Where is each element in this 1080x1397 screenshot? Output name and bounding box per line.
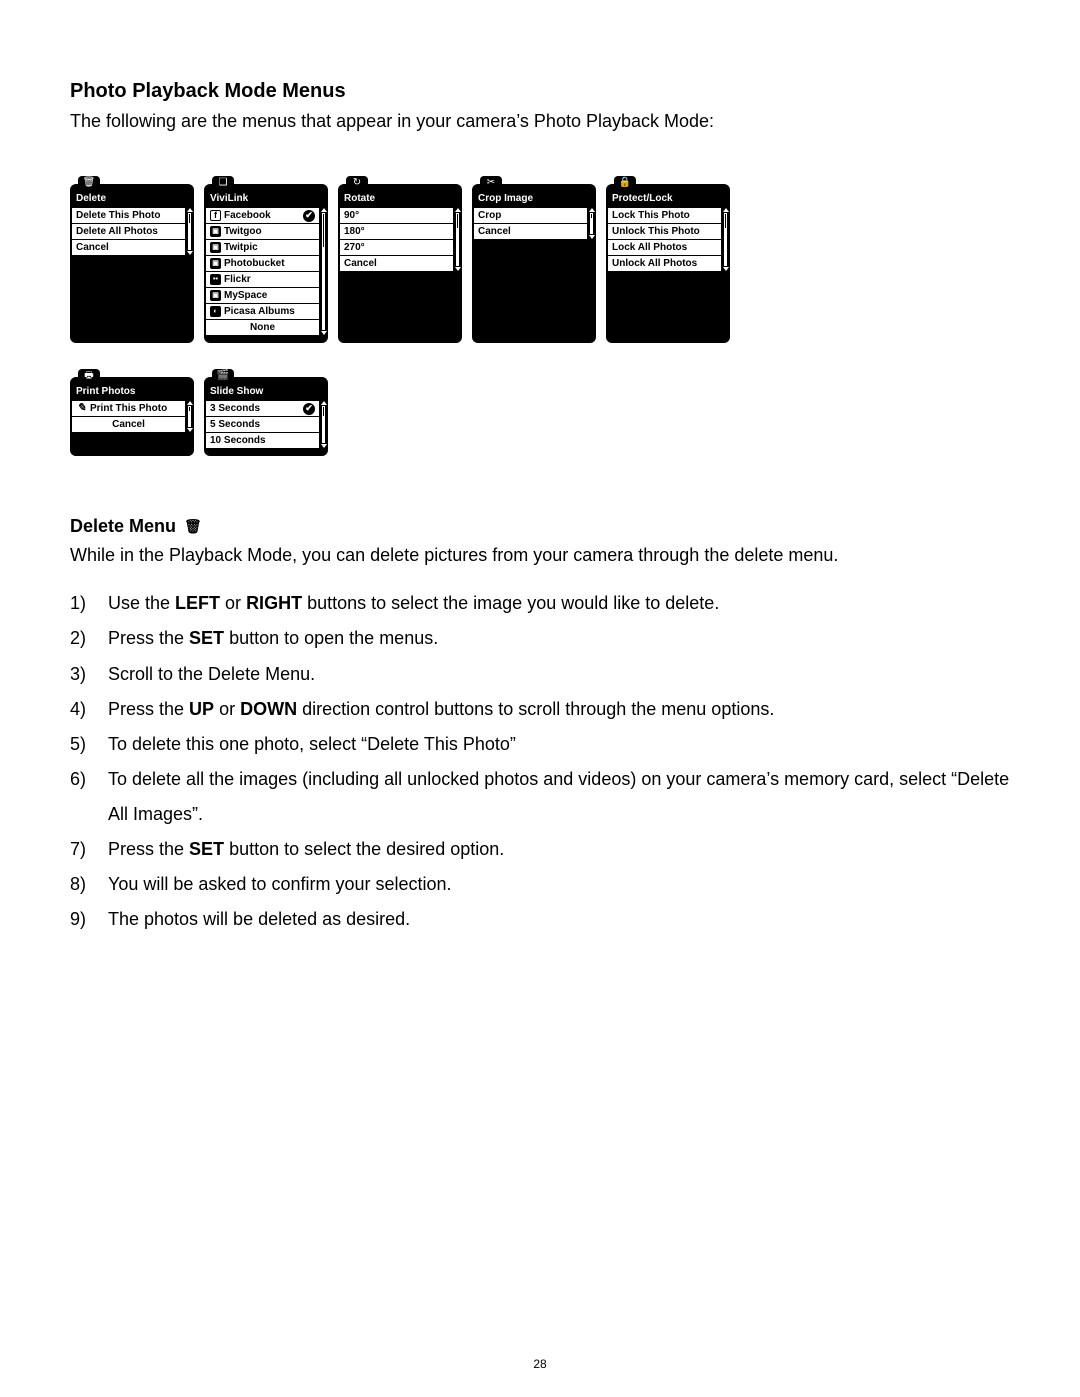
menu-item-print-this[interactable]: ✎ Print This Photo <box>72 401 185 416</box>
menu-item-flickr[interactable]: •• Flickr <box>206 272 319 287</box>
twitgoo-icon: ▣ <box>210 226 221 237</box>
step-text: Scroll to the Delete Menu. <box>108 657 1010 692</box>
step-number: 7) <box>70 832 108 867</box>
trash-icon: 🗑 <box>78 176 100 190</box>
protect-menu-card: 🔒 Protect/Lock Lock This Photo Unlock Th… <box>606 184 730 343</box>
scrollbar[interactable] <box>321 401 326 448</box>
scrollbar[interactable] <box>589 208 594 239</box>
step-number: 5) <box>70 727 108 762</box>
menu-item-unlock-all[interactable]: Unlock All Photos <box>608 256 721 271</box>
crop-icon: ✂ <box>480 176 502 190</box>
menu-item-lock-this[interactable]: Lock This Photo <box>608 208 721 223</box>
step-number: 1) <box>70 586 108 621</box>
lock-icon: 🔒 <box>614 176 636 190</box>
slideshow-icon: 🎬 <box>212 369 234 383</box>
menu-item-photobucket[interactable]: ▣ Photobucket <box>206 256 319 271</box>
menu-item-cancel[interactable]: Cancel <box>72 417 185 432</box>
menu-item-cancel[interactable]: Cancel <box>340 256 453 271</box>
rotate-menu-card: ↻ Rotate 90° 180° 270° Cancel <box>338 184 462 343</box>
flickr-icon: •• <box>210 274 221 285</box>
vivilink-menu-header: ViviLink <box>206 190 326 208</box>
print-menu-card: 🖶 Print Photos ✎ Print This Photo Cancel <box>70 377 194 456</box>
menu-item-twitpic[interactable]: ▣ Twitpic <box>206 240 319 255</box>
twitpic-icon: ▣ <box>210 242 221 253</box>
print-icon: 🖶 <box>78 369 100 383</box>
menu-item-cancel[interactable]: Cancel <box>474 224 587 239</box>
page-title: Photo Playback Mode Menus <box>70 80 1010 103</box>
delete-menu-card: 🗑 Delete Delete This Photo Delete All Ph… <box>70 184 194 343</box>
scrollbar[interactable] <box>187 401 192 432</box>
page-number: 28 <box>0 1357 1080 1371</box>
step-number: 8) <box>70 867 108 902</box>
menu-item-90[interactable]: 90° <box>340 208 453 223</box>
step-number: 3) <box>70 657 108 692</box>
rotate-icon: ↻ <box>346 176 368 190</box>
steps-list: 1) Use the LEFT or RIGHT buttons to sele… <box>70 586 1010 937</box>
protect-menu-header: Protect/Lock <box>608 190 728 208</box>
step-text: The photos will be deleted as desired. <box>108 902 1010 937</box>
step-text: To delete this one photo, select “Delete… <box>108 727 1010 762</box>
delete-menu-section-title: Delete Menu 🗑 <box>70 516 1010 537</box>
step-text: To delete all the images (including all … <box>108 762 1010 832</box>
step-number: 2) <box>70 621 108 656</box>
link-icon: ❏ <box>212 176 234 190</box>
menu-item-180[interactable]: 180° <box>340 224 453 239</box>
print-menu-header: Print Photos <box>72 383 192 401</box>
menu-item-facebook[interactable]: f Facebook ✔ <box>206 208 319 223</box>
menu-item-delete-this-photo[interactable]: Delete This Photo <box>72 208 185 223</box>
check-icon: ✔ <box>303 210 315 222</box>
menu-item-270[interactable]: 270° <box>340 240 453 255</box>
menu-item-lock-all[interactable]: Lock All Photos <box>608 240 721 255</box>
trash-icon: 🗑 <box>184 518 202 535</box>
menu-item-twitgoo[interactable]: ▣ Twitgoo <box>206 224 319 239</box>
step-number: 4) <box>70 692 108 727</box>
step-text: Use the LEFT or RIGHT buttons to select … <box>108 586 1010 621</box>
scrollbar[interactable] <box>321 208 326 335</box>
crop-menu-card: ✂ Crop Image Crop Cancel <box>472 184 596 343</box>
menu-item-unlock-this[interactable]: Unlock This Photo <box>608 224 721 239</box>
slideshow-menu-card: 🎬 Slide Show 3 Seconds ✔ 5 Seconds 10 Se… <box>204 377 328 456</box>
delete-menu-header: Delete <box>72 190 192 208</box>
scrollbar[interactable] <box>723 208 728 271</box>
menu-grid: 🗑 Delete Delete This Photo Delete All Ph… <box>70 174 1010 456</box>
delete-menu-section-desc: While in the Playback Mode, you can dele… <box>70 543 1010 568</box>
step-text: Press the UP or DOWN direction control b… <box>108 692 1010 727</box>
scrollbar[interactable] <box>187 208 192 255</box>
step-number: 6) <box>70 762 108 832</box>
intro-text: The following are the menus that appear … <box>70 109 1010 134</box>
menu-item-cancel[interactable]: Cancel <box>72 240 185 255</box>
rotate-menu-header: Rotate <box>340 190 460 208</box>
menu-item-delete-all-photos[interactable]: Delete All Photos <box>72 224 185 239</box>
menu-item-picasa[interactable]: ◐ Picasa Albums <box>206 304 319 319</box>
scrollbar[interactable] <box>455 208 460 271</box>
slideshow-menu-header: Slide Show <box>206 383 326 401</box>
crop-menu-header: Crop Image <box>474 190 594 208</box>
menu-item-crop[interactable]: Crop <box>474 208 587 223</box>
photobucket-icon: ▣ <box>210 258 221 269</box>
print-item-icon: ✎ <box>76 403 87 414</box>
picasa-icon: ◐ <box>210 306 221 317</box>
vivilink-menu-card: ❏ ViviLink f Facebook ✔ ▣ Twitgoo ▣ Twi <box>204 184 328 343</box>
step-text: Press the SET button to open the menus. <box>108 621 1010 656</box>
myspace-icon: ▣ <box>210 290 221 301</box>
menu-item-3s[interactable]: 3 Seconds ✔ <box>206 401 319 416</box>
check-icon: ✔ <box>303 403 315 415</box>
menu-item-5s[interactable]: 5 Seconds <box>206 417 319 432</box>
menu-item-myspace[interactable]: ▣ MySpace <box>206 288 319 303</box>
step-text: Press the SET button to select the desir… <box>108 832 1010 867</box>
step-text: You will be asked to confirm your select… <box>108 867 1010 902</box>
menu-item-none[interactable]: None <box>206 320 319 335</box>
menu-item-10s[interactable]: 10 Seconds <box>206 433 319 448</box>
step-number: 9) <box>70 902 108 937</box>
facebook-icon: f <box>210 210 221 221</box>
